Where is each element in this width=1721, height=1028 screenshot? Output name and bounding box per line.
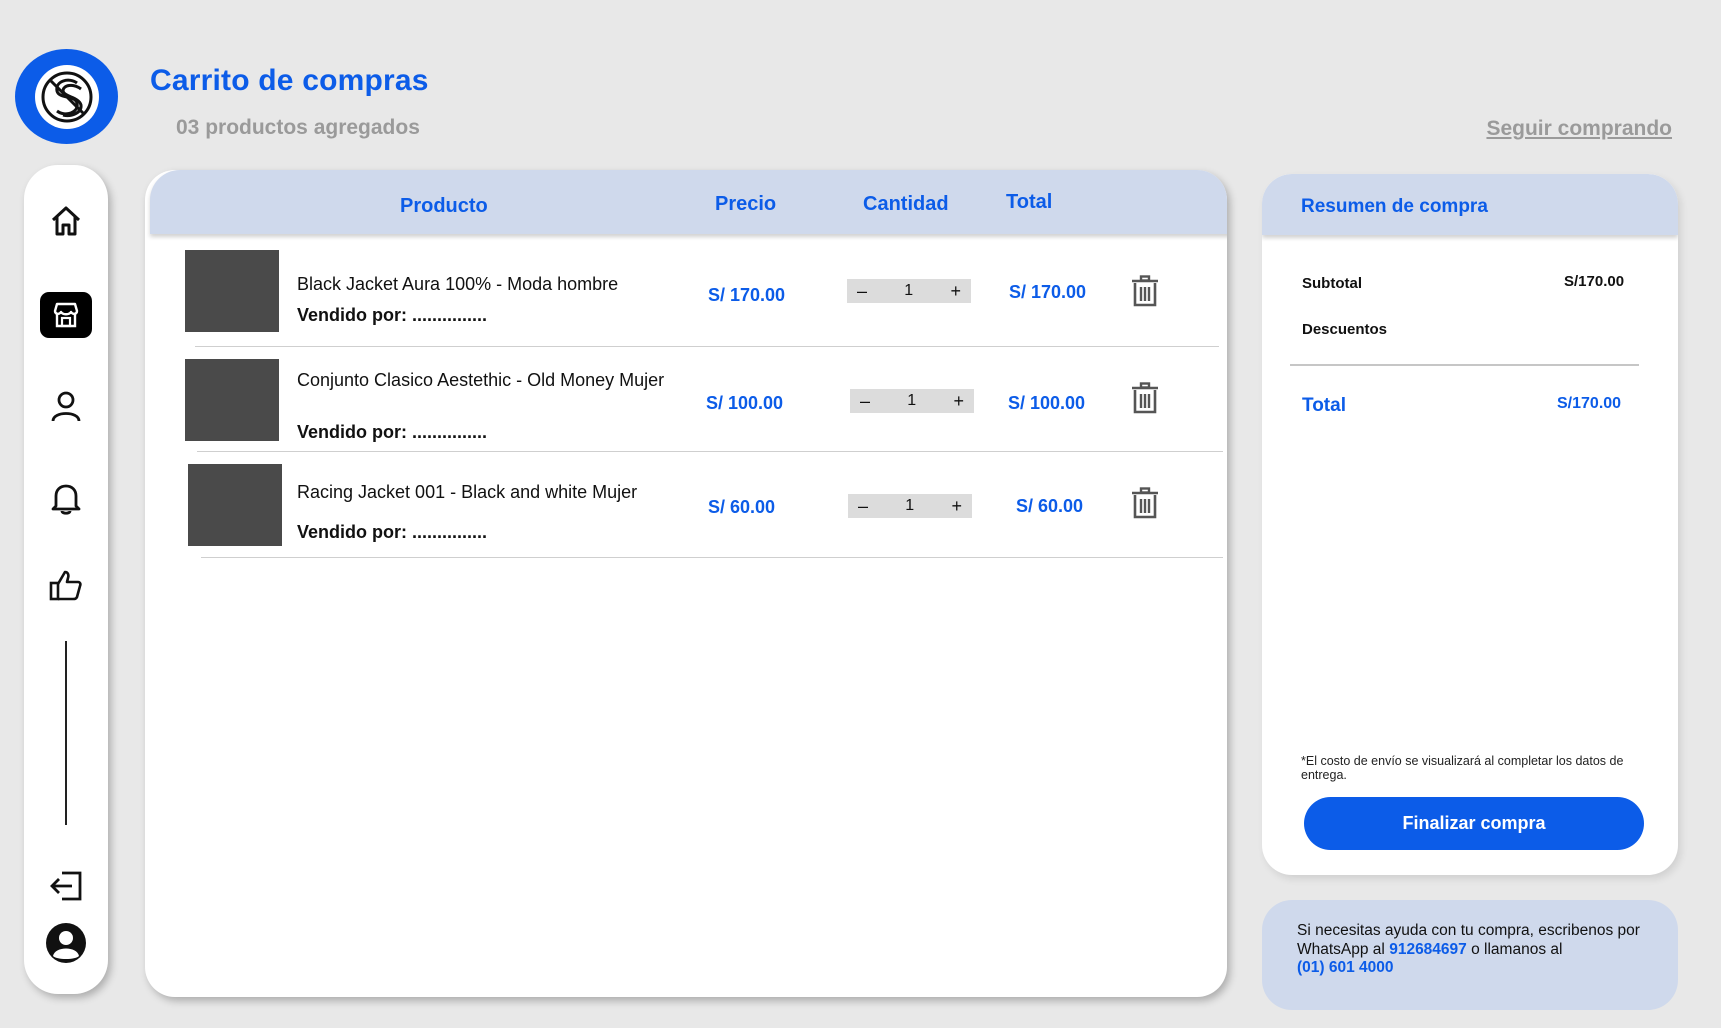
remove-item-button[interactable] bbox=[1130, 274, 1160, 308]
account-icon bbox=[46, 923, 86, 963]
items-count: 03 productos agregados bbox=[176, 116, 420, 139]
home-icon bbox=[51, 206, 81, 236]
product-image[interactable] bbox=[185, 250, 279, 332]
decrease-quantity-button[interactable]: – bbox=[860, 391, 870, 412]
cart-row: Black Jacket Aura 100% - Moda hombre Ven… bbox=[145, 250, 1227, 355]
whatsapp-number-link[interactable]: 912684697 bbox=[1389, 941, 1467, 958]
trash-icon bbox=[1132, 275, 1158, 307]
column-header-quantity: Cantidad bbox=[863, 193, 949, 215]
cart-row: Racing Jacket 001 - Black and white Muje… bbox=[145, 464, 1227, 569]
order-summary-header: Resumen de compra bbox=[1262, 174, 1678, 235]
seller-label: Vendido por: ............... bbox=[297, 522, 488, 542]
logo-glyph-icon bbox=[41, 71, 92, 122]
page-title: Carrito de compras bbox=[150, 64, 429, 97]
total-label: Total bbox=[1302, 395, 1346, 416]
seller-label: Vendido por: ............... bbox=[297, 305, 488, 325]
unit-price: S/ 60.00 bbox=[708, 497, 776, 517]
logout-icon bbox=[50, 871, 82, 901]
subtotal-value: S/170.00 bbox=[1564, 273, 1625, 290]
shipping-note: *El costo de envío se visualizará al com… bbox=[1301, 754, 1624, 782]
remove-item-button[interactable] bbox=[1130, 381, 1160, 415]
remove-item-button[interactable] bbox=[1130, 486, 1160, 520]
sidebar-item-home[interactable] bbox=[41, 199, 91, 243]
help-text-call: o llamanos al bbox=[1471, 940, 1563, 958]
sidebar-item-account[interactable] bbox=[41, 921, 91, 965]
thumbs-up-icon bbox=[49, 570, 82, 601]
sidebar-item-profile[interactable] bbox=[41, 384, 91, 428]
product-image[interactable] bbox=[188, 464, 282, 546]
sidebar-item-store[interactable] bbox=[40, 292, 92, 338]
phone-number-link[interactable]: (01) 601 4000 bbox=[1297, 959, 1394, 976]
product-name[interactable]: Black Jacket Aura 100% - Moda hombre bbox=[297, 274, 677, 295]
sidebar bbox=[24, 165, 108, 994]
checkout-button[interactable]: Finalizar compra bbox=[1304, 797, 1644, 850]
bell-icon bbox=[51, 484, 81, 515]
quantity-stepper: – 1 + bbox=[848, 494, 972, 518]
unit-price: S/ 170.00 bbox=[708, 285, 786, 305]
seller-label: Vendido por: ............... bbox=[297, 422, 488, 442]
brand-logo-mark bbox=[34, 64, 99, 129]
unit-price: S/ 100.00 bbox=[706, 393, 784, 413]
row-divider bbox=[201, 557, 1223, 558]
line-total: S/ 60.00 bbox=[1016, 496, 1084, 516]
sidebar-divider bbox=[65, 641, 67, 825]
product-image[interactable] bbox=[185, 359, 279, 441]
row-divider bbox=[197, 451, 1223, 452]
sidebar-item-likes[interactable] bbox=[41, 563, 91, 607]
help-box: Si necesitas ayuda con tu compra, escrib… bbox=[1262, 900, 1678, 1010]
increase-quantity-button[interactable]: + bbox=[951, 496, 962, 517]
subtotal-label: Subtotal bbox=[1302, 275, 1362, 292]
row-divider bbox=[195, 346, 1219, 347]
column-header-total: Total bbox=[1006, 191, 1053, 213]
store-icon bbox=[53, 302, 79, 328]
quantity-value: 1 bbox=[904, 282, 914, 299]
sidebar-item-logout[interactable] bbox=[41, 864, 91, 908]
quantity-value: 1 bbox=[907, 392, 917, 409]
product-name[interactable]: Conjunto Clasico Aestethic - Old Money M… bbox=[297, 370, 677, 391]
order-summary: Resumen de compra Subtotal S/170.00 Desc… bbox=[1262, 174, 1678, 875]
user-icon bbox=[51, 391, 81, 422]
sidebar-item-notifications[interactable] bbox=[41, 476, 91, 520]
quantity-value: 1 bbox=[905, 497, 915, 514]
summary-divider bbox=[1290, 364, 1639, 366]
quantity-stepper: – 1 + bbox=[847, 279, 971, 303]
line-total: S/ 170.00 bbox=[1009, 282, 1087, 302]
cart-row: Conjunto Clasico Aestethic - Old Money M… bbox=[145, 359, 1227, 464]
keep-shopping-link[interactable]: Seguir comprando bbox=[1486, 117, 1672, 141]
order-summary-title: Resumen de compra bbox=[1301, 196, 1488, 217]
brand-logo[interactable] bbox=[15, 49, 118, 144]
help-text: Si necesitas ayuda con tu compra, escrib… bbox=[1297, 922, 1640, 958]
increase-quantity-button[interactable]: + bbox=[953, 391, 964, 412]
decrease-quantity-button[interactable]: – bbox=[858, 496, 868, 517]
product-name[interactable]: Racing Jacket 001 - Black and white Muje… bbox=[297, 482, 677, 503]
increase-quantity-button[interactable]: + bbox=[950, 281, 961, 302]
trash-icon bbox=[1132, 487, 1158, 519]
column-header-price: Precio bbox=[715, 193, 777, 215]
quantity-stepper: – 1 + bbox=[850, 389, 974, 413]
decrease-quantity-button[interactable]: – bbox=[857, 281, 867, 302]
cart-table: Producto Precio Cantidad Total Black Jac… bbox=[145, 170, 1227, 997]
discounts-label: Descuentos bbox=[1302, 321, 1388, 338]
trash-icon bbox=[1132, 382, 1158, 414]
line-total: S/ 100.00 bbox=[1008, 393, 1086, 413]
column-header-product: Producto bbox=[400, 195, 488, 217]
cart-table-header: Producto Precio Cantidad Total bbox=[150, 170, 1227, 234]
total-value: S/170.00 bbox=[1557, 395, 1622, 412]
